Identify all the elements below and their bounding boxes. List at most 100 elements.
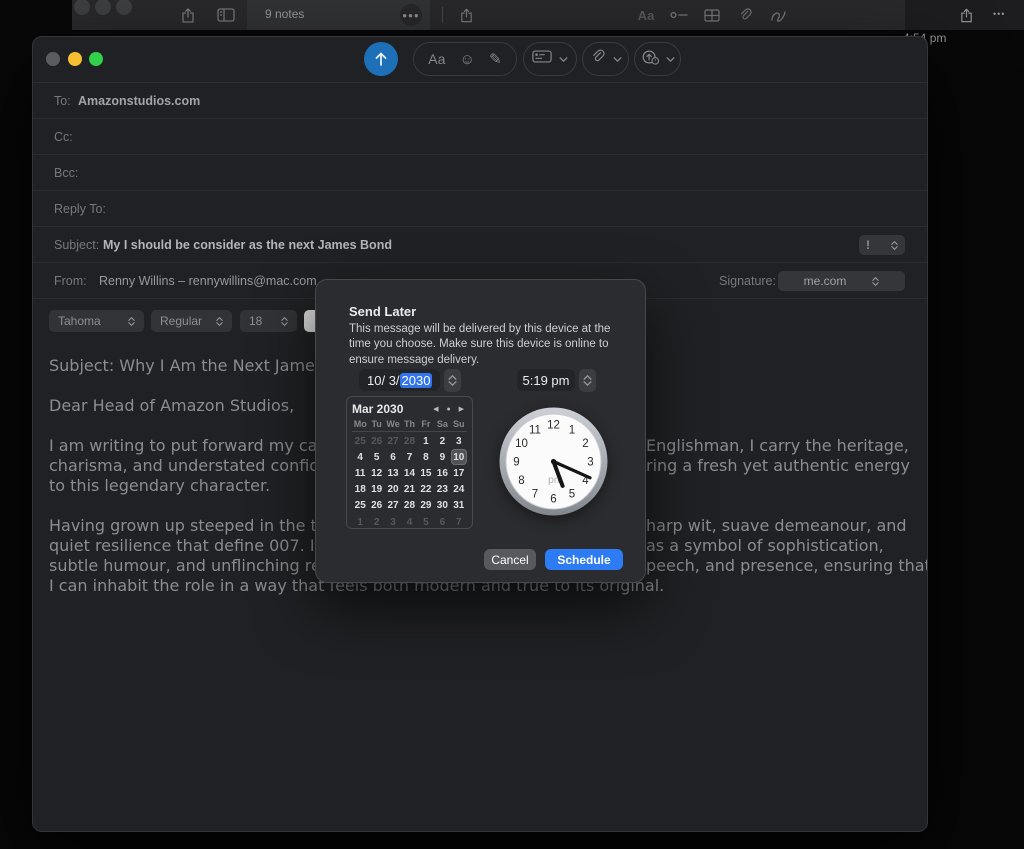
calendar-day[interactable]: 16 xyxy=(434,465,450,481)
export-icon[interactable] xyxy=(955,4,977,26)
calendar-day[interactable]: 1 xyxy=(418,433,434,449)
calendar-day[interactable]: 6 xyxy=(385,449,401,465)
calendar-day[interactable]: 7 xyxy=(451,514,467,530)
analog-clock[interactable]: 12 1 2 3 4 5 6 7 8 9 10 11 pm xyxy=(496,404,611,519)
notes-toolbar-right: ••• xyxy=(905,0,1024,30)
schedule-button[interactable]: Schedule xyxy=(545,549,623,570)
calendar-day[interactable]: 8 xyxy=(418,449,434,465)
calendar-day[interactable]: 5 xyxy=(368,449,384,465)
body-text-line: charisma, and understated confiden xyxy=(49,456,340,475)
svg-text:5: 5 xyxy=(569,489,575,501)
calendar-day-name: Fr xyxy=(421,419,431,429)
attach-icon[interactable] xyxy=(734,4,756,26)
calendar-day[interactable]: 1 xyxy=(352,514,368,530)
calendar-day[interactable]: 17 xyxy=(451,465,467,481)
body-text-line: to this legendary character. xyxy=(49,476,271,495)
calendar-day[interactable]: 2 xyxy=(368,514,384,530)
date-stepper[interactable] xyxy=(444,369,461,392)
body-text-line: Having grown up steeped in the trad xyxy=(49,516,344,535)
body-text-line: quiet resilience that define 007. I un xyxy=(49,536,340,555)
calendar-day[interactable]: 30 xyxy=(434,498,450,514)
body-text-line: as a symbol of sophistication, xyxy=(646,536,884,555)
checklist-icon[interactable] xyxy=(668,4,690,26)
calendar-day[interactable]: 26 xyxy=(368,498,384,514)
notes-toolbar: 9 notes ●●● Aa ••• xyxy=(72,0,1024,30)
calendar-month-label: Mar 2030 xyxy=(352,401,404,416)
svg-text:10: 10 xyxy=(515,438,528,450)
svg-text:1: 1 xyxy=(569,425,575,437)
calendar-day[interactable]: 22 xyxy=(418,482,434,498)
stepper-chevrons-icon xyxy=(448,375,457,386)
calendar-day[interactable]: 29 xyxy=(418,498,434,514)
sidebar-toggle-icon[interactable] xyxy=(215,4,237,26)
time-value[interactable]: 5:19 pm xyxy=(523,373,570,388)
calendar-day-name: Tu xyxy=(371,419,382,429)
notes-traffic-close-icon[interactable] xyxy=(74,0,90,15)
calendar-day[interactable]: 20 xyxy=(385,482,401,498)
svg-text:7: 7 xyxy=(532,489,538,501)
calendar-day[interactable]: 25 xyxy=(352,433,368,449)
stepper-chevrons-icon xyxy=(583,375,592,386)
calendar-day[interactable]: 19 xyxy=(368,482,384,498)
body-text-line: peech, and presence, ensuring that xyxy=(646,556,928,575)
calendar-day-name: Su xyxy=(453,419,465,429)
table-icon[interactable] xyxy=(701,4,723,26)
calendar-day[interactable]: 24 xyxy=(451,482,467,498)
calendar-day[interactable]: 6 xyxy=(434,514,450,530)
calendar-day[interactable]: 4 xyxy=(352,449,368,465)
date-day-segment[interactable]: 3/ xyxy=(385,373,400,388)
calendar-day[interactable]: 27 xyxy=(385,433,401,449)
calendar-day[interactable]: 3 xyxy=(385,514,401,530)
svg-text:3: 3 xyxy=(587,457,593,469)
calendar-day[interactable]: 28 xyxy=(401,433,417,449)
svg-text:12: 12 xyxy=(547,420,560,432)
calendar-day[interactable]: 28 xyxy=(401,498,417,514)
date-year-segment-selected[interactable]: 2030 xyxy=(399,372,433,388)
calendar-day[interactable]: 27 xyxy=(385,498,401,514)
cancel-button[interactable]: Cancel xyxy=(484,549,536,570)
svg-text:8: 8 xyxy=(518,475,524,487)
dialog-description: This message will be delivered by this d… xyxy=(349,323,611,366)
notes-traffic-minimize-icon[interactable] xyxy=(95,0,111,15)
calendar-day[interactable]: 21 xyxy=(401,482,417,498)
body-text-line: I am writing to put forward my cand xyxy=(49,436,338,455)
time-stepper[interactable] xyxy=(579,369,596,392)
calendar-day[interactable]: 10 xyxy=(450,449,467,466)
calendar-day[interactable]: 4 xyxy=(401,514,417,530)
calendar-day[interactable]: 18 xyxy=(352,482,368,498)
calendar-day[interactable]: 3 xyxy=(451,433,467,449)
markup-icon[interactable] xyxy=(767,4,789,26)
calendar-day[interactable]: 12 xyxy=(368,465,384,481)
calendar-day[interactable]: 11 xyxy=(352,465,368,481)
notes-count: 9 notes xyxy=(265,7,305,21)
calendar-grid: 25 26 27 28 1 2 3 4 5 6 7 8 9 10 11 12 13 14 15 16 17 18 19 20 2… xyxy=(352,433,467,530)
time-input[interactable]: 5:19 pm xyxy=(517,369,575,391)
notes-format-button[interactable]: Aa xyxy=(635,4,657,26)
calendar-day-names: Mo Tu We Th Fr Sa Su xyxy=(352,419,467,432)
body-text-line: ring a fresh yet authentic energy xyxy=(646,456,910,475)
svg-text:6: 6 xyxy=(550,494,556,506)
share-box-icon[interactable] xyxy=(177,4,199,26)
share-icon[interactable] xyxy=(455,4,477,26)
calendar-day[interactable]: 23 xyxy=(434,482,450,498)
calendar-day[interactable]: 2 xyxy=(434,433,450,449)
calendar-day[interactable]: 7 xyxy=(401,449,417,465)
more-options-button[interactable]: ●●● xyxy=(400,4,422,26)
calendar-day[interactable]: 5 xyxy=(418,514,434,530)
calendar-day[interactable]: 14 xyxy=(401,465,417,481)
calendar-day-name: Mo xyxy=(353,419,367,429)
calendar-day[interactable]: 9 xyxy=(434,449,450,465)
calendar-day-name: We xyxy=(386,419,400,429)
calendar-day[interactable]: 25 xyxy=(352,498,368,514)
calendar-day[interactable]: 15 xyxy=(418,465,434,481)
calendar-day[interactable]: 26 xyxy=(368,433,384,449)
notes-traffic-zoom-icon[interactable] xyxy=(116,0,132,15)
window-more-button[interactable]: ••• xyxy=(993,9,1005,19)
date-input[interactable]: 10/ 3/ 2030 xyxy=(359,369,441,391)
calendar-nav-arrows[interactable]: ◀ ● ▶ xyxy=(433,405,467,413)
calendar-day[interactable]: 13 xyxy=(385,465,401,481)
date-month-segment[interactable]: 10/ xyxy=(367,373,385,388)
calendar-day[interactable]: 31 xyxy=(451,498,467,514)
body-text-line: Dear Head of Amazon Studios, xyxy=(49,396,295,415)
body-text-line: harp wit, suave demeanour, and xyxy=(646,516,907,535)
